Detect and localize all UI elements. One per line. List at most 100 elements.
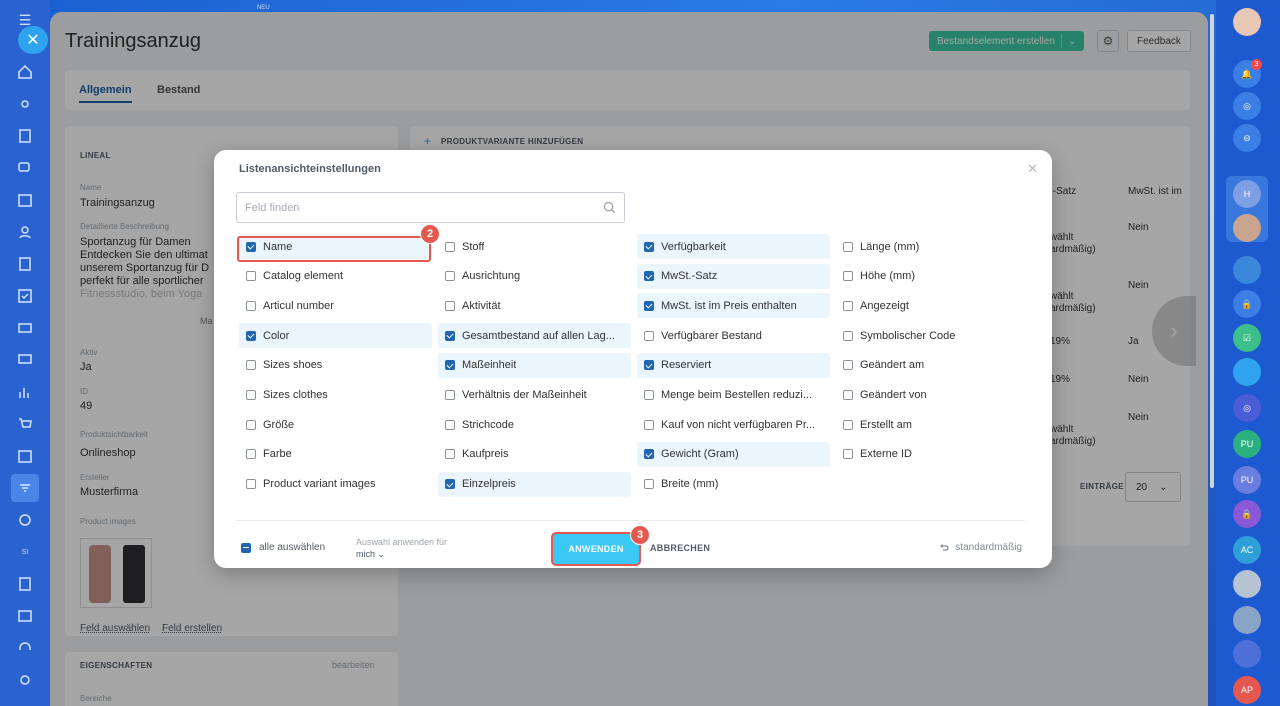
- checkbox[interactable]: [644, 479, 654, 490]
- checkbox[interactable]: [644, 360, 654, 371]
- checkbox[interactable]: [644, 330, 654, 341]
- field-option[interactable]: Sizes clothes: [239, 383, 432, 408]
- apply-for-value[interactable]: mich ⌄: [356, 549, 447, 560]
- field-option[interactable]: Symbolischer Code: [836, 323, 1029, 348]
- checkbox[interactable]: [644, 300, 654, 311]
- checkbox[interactable]: [246, 360, 256, 371]
- headset-icon[interactable]: [13, 636, 37, 660]
- field-option[interactable]: Länge (mm): [836, 234, 1029, 259]
- checkbox[interactable]: [843, 390, 853, 400]
- tasks-icon[interactable]: [13, 124, 37, 148]
- checkbox[interactable]: [843, 271, 853, 282]
- checkbox[interactable]: [445, 479, 455, 490]
- checkbox[interactable]: [445, 300, 455, 311]
- target-icon[interactable]: [13, 508, 37, 532]
- field-option[interactable]: Articul number: [239, 293, 432, 318]
- activity-icon[interactable]: ◎: [1233, 92, 1261, 120]
- analytics-icon[interactable]: [13, 380, 37, 404]
- contacts-icon[interactable]: [13, 220, 37, 244]
- target-blue-icon[interactable]: ◎: [1233, 394, 1261, 422]
- avatar-photo-2[interactable]: [1233, 570, 1261, 598]
- close-icon[interactable]: ✕: [1027, 161, 1038, 177]
- checkbox[interactable]: [246, 479, 256, 490]
- avatar-ac[interactable]: AC: [1233, 536, 1261, 564]
- gear-icon[interactable]: [13, 668, 37, 692]
- field-option[interactable]: Product variant images: [239, 472, 432, 497]
- select-all-toggle[interactable]: alle auswählen: [241, 542, 325, 553]
- checkbox[interactable]: [445, 271, 455, 282]
- field-option[interactable]: Gesamtbestand auf allen Lag...: [438, 323, 631, 349]
- checkbox[interactable]: [843, 360, 853, 371]
- avatar-ap[interactable]: AP: [1233, 676, 1261, 704]
- field-option[interactable]: Gewicht (Gram): [637, 441, 830, 467]
- group-users-icon[interactable]: [1233, 640, 1261, 668]
- checkbox[interactable]: [246, 241, 256, 252]
- checkbox[interactable]: [644, 241, 654, 252]
- lock-purple-icon[interactable]: 🔒: [1233, 500, 1261, 528]
- catalog-icon[interactable]: [11, 474, 39, 502]
- cart-icon[interactable]: [13, 412, 37, 436]
- field-option[interactable]: Geändert von: [836, 383, 1029, 408]
- avatar-photo-3[interactable]: [1233, 606, 1261, 634]
- field-option[interactable]: Aktivität: [438, 293, 631, 318]
- id-card-icon[interactable]: [13, 604, 37, 628]
- apply-button[interactable]: ANWENDEN: [553, 534, 639, 564]
- settings-icon[interactable]: [13, 92, 37, 116]
- calendar-icon[interactable]: [13, 188, 37, 212]
- field-option[interactable]: Kauf von nicht verfügbaren Pr...: [637, 412, 830, 437]
- field-option[interactable]: Einzelpreis: [438, 471, 631, 497]
- field-option[interactable]: Verfügbarer Bestand: [637, 323, 830, 348]
- checkbox[interactable]: [644, 419, 654, 430]
- field-option[interactable]: Verfügbarkeit: [637, 234, 830, 259]
- field-option[interactable]: Sizes shoes: [239, 353, 432, 378]
- avatar-pu-2[interactable]: PU: [1233, 466, 1261, 494]
- group-icon[interactable]: [1233, 256, 1261, 284]
- checkbox[interactable]: [843, 241, 853, 252]
- lock-icon[interactable]: 🔒: [1233, 290, 1261, 318]
- search-icon[interactable]: ⊖: [1233, 124, 1261, 152]
- checkbox[interactable]: [644, 390, 654, 400]
- chat-blue-icon[interactable]: [1233, 358, 1261, 386]
- close-slider-button[interactable]: ✕: [18, 26, 48, 54]
- field-option[interactable]: MwSt.-Satz: [637, 263, 830, 289]
- checkbox[interactable]: [843, 300, 853, 311]
- checkbox[interactable]: [246, 330, 256, 341]
- checkbox[interactable]: [644, 449, 654, 460]
- search-input[interactable]: [237, 193, 577, 222]
- documents-icon[interactable]: [13, 252, 37, 276]
- user-initials-icon[interactable]: SI: [13, 540, 37, 564]
- field-option[interactable]: Angezeigt: [836, 293, 1029, 318]
- checkbox[interactable]: [843, 449, 853, 460]
- field-option[interactable]: Color: [239, 323, 432, 349]
- field-option[interactable]: Menge beim Bestellen reduzi...: [637, 383, 830, 408]
- field-option[interactable]: Externe ID: [836, 442, 1029, 467]
- checkbox[interactable]: [445, 330, 455, 341]
- field-option[interactable]: Verhältnis der Maßeinheit: [438, 383, 631, 408]
- field-option[interactable]: Maßeinheit: [438, 352, 631, 378]
- field-option[interactable]: Kaufpreis: [438, 442, 631, 467]
- indeterminate-checkbox[interactable]: [241, 542, 251, 553]
- checkbox[interactable]: [843, 419, 853, 430]
- checkbox[interactable]: [246, 390, 256, 400]
- tasks-green-icon[interactable]: ☑: [1233, 324, 1261, 352]
- field-option[interactable]: Größe: [239, 412, 432, 437]
- field-option[interactable]: Geändert am: [836, 353, 1029, 378]
- checkbox[interactable]: [246, 419, 256, 430]
- checkbox[interactable]: [445, 360, 455, 371]
- field-option[interactable]: Stoff: [438, 234, 631, 259]
- page-scrollbar[interactable]: [1210, 14, 1214, 488]
- avatar-photo-1[interactable]: [1233, 214, 1261, 242]
- checkbox[interactable]: [246, 449, 256, 460]
- field-option[interactable]: Farbe: [239, 442, 432, 467]
- search-icon[interactable]: [603, 201, 616, 214]
- home-icon[interactable]: [13, 60, 37, 84]
- edit-icon[interactable]: [13, 572, 37, 596]
- checkbox[interactable]: [644, 271, 654, 282]
- checkbox[interactable]: [843, 330, 853, 341]
- cancel-button[interactable]: ABBRECHEN: [650, 543, 710, 553]
- field-option[interactable]: Name: [239, 234, 432, 259]
- field-option[interactable]: Erstellt am: [836, 412, 1029, 437]
- checkbox[interactable]: [246, 271, 256, 282]
- field-option[interactable]: Ausrichtung: [438, 264, 631, 289]
- field-option[interactable]: MwSt. ist im Preis enthalten: [637, 293, 830, 319]
